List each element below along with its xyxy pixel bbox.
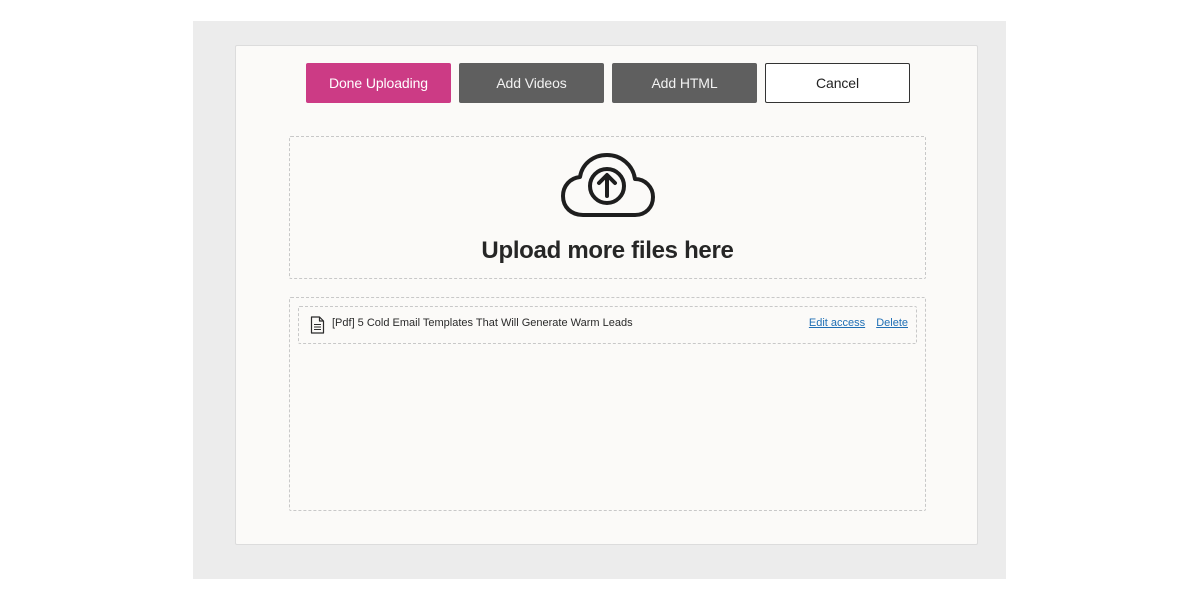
file-row: [Pdf] 5 Cold Email Templates That Will G… xyxy=(298,306,917,344)
add-html-button[interactable]: Add HTML xyxy=(612,63,757,103)
upload-toolbar: Done Uploading Add Videos Add HTML Cance… xyxy=(306,63,911,103)
upload-modal-backdrop: Done Uploading Add Videos Add HTML Cance… xyxy=(193,21,1006,579)
dropzone-title: Upload more files here xyxy=(481,237,734,264)
file-actions: Edit access Delete xyxy=(801,317,908,329)
add-videos-button[interactable]: Add Videos xyxy=(459,63,604,103)
cancel-button[interactable]: Cancel xyxy=(765,63,910,103)
edit-access-link[interactable]: Edit access xyxy=(809,317,865,329)
document-icon xyxy=(310,316,325,334)
upload-panel: Done Uploading Add Videos Add HTML Cance… xyxy=(235,45,978,545)
delete-link[interactable]: Delete xyxy=(876,317,908,329)
cloud-upload-icon xyxy=(561,153,655,217)
done-uploading-button[interactable]: Done Uploading xyxy=(306,63,451,103)
uploaded-files-list: [Pdf] 5 Cold Email Templates That Will G… xyxy=(289,297,926,511)
file-name: [Pdf] 5 Cold Email Templates That Will G… xyxy=(332,317,633,329)
file-dropzone[interactable]: Upload more files here xyxy=(289,136,926,279)
